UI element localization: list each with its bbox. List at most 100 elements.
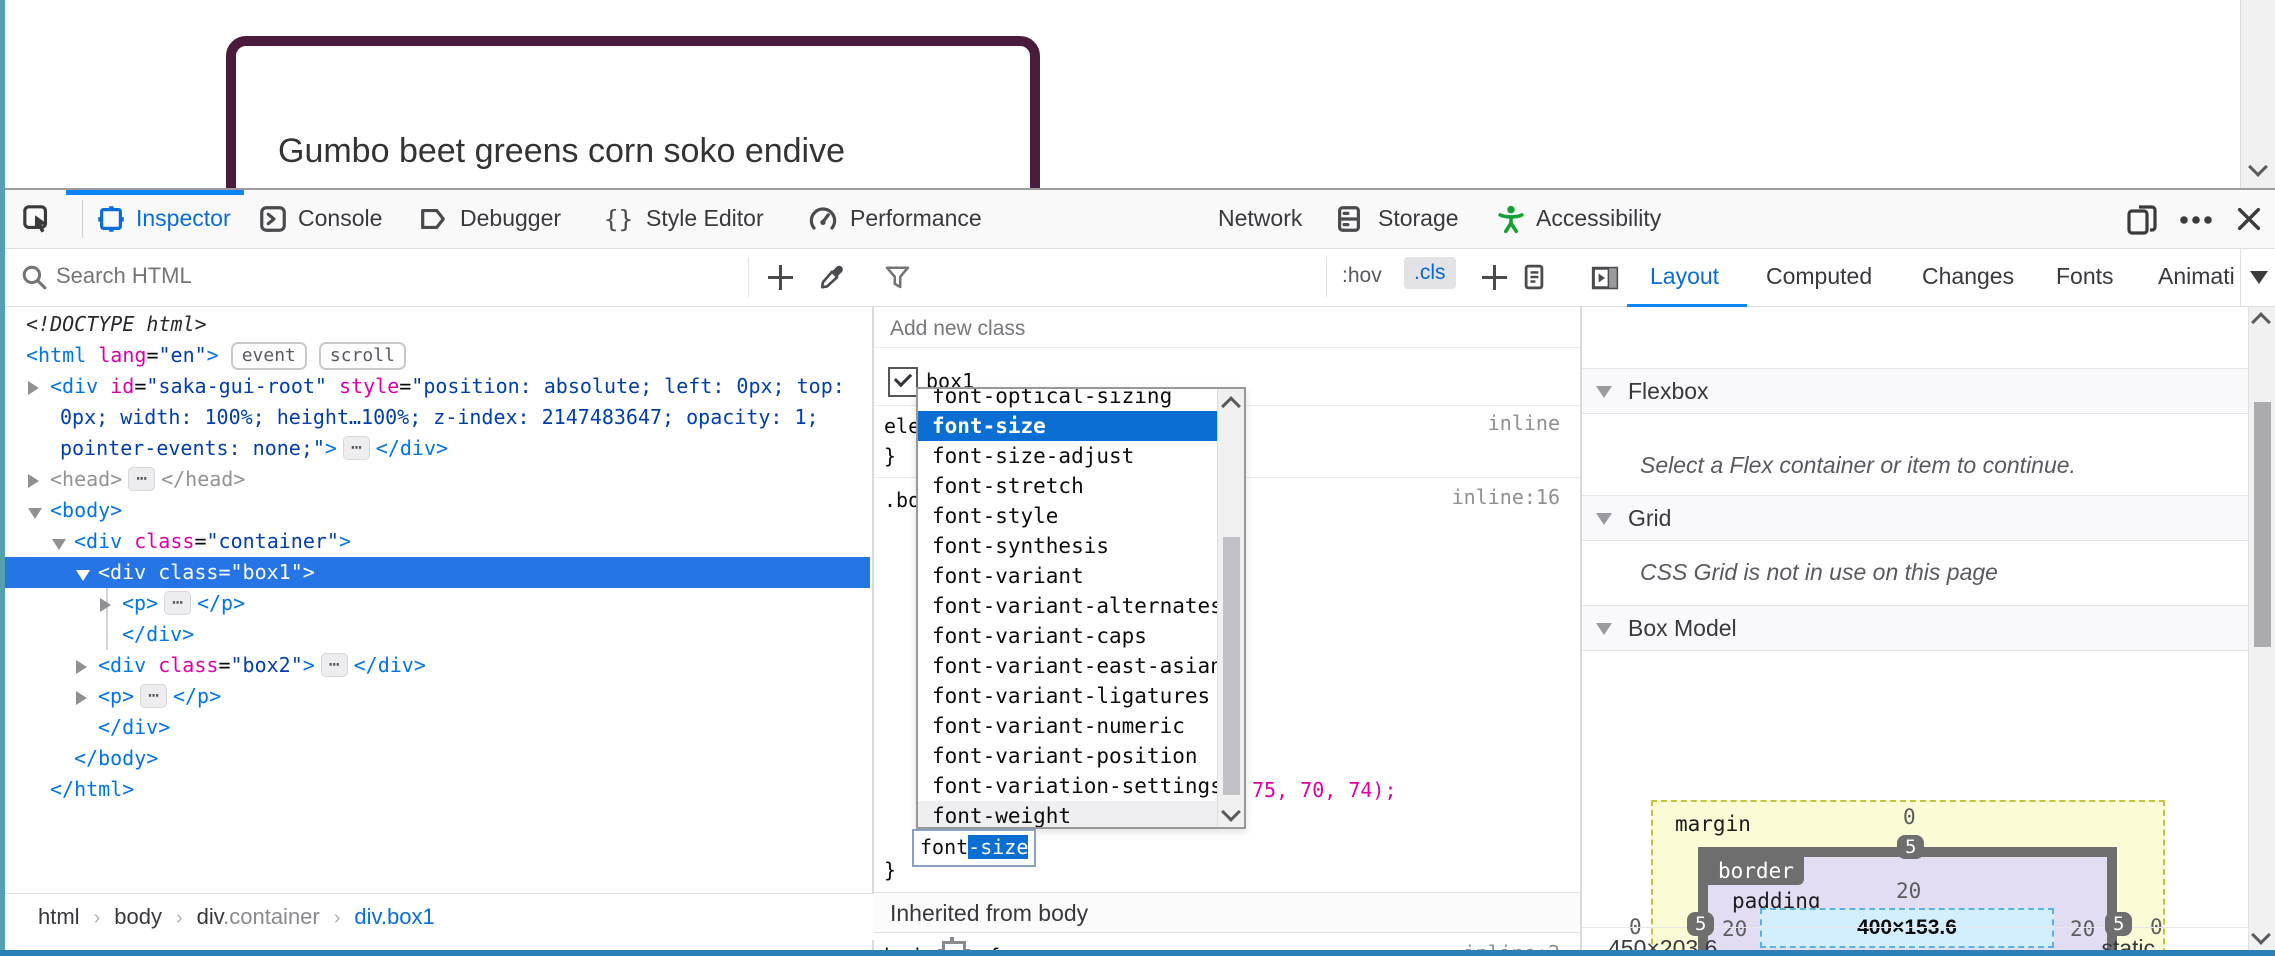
markup-row[interactable]: </html> (0, 774, 870, 805)
event-badge[interactable]: event (231, 342, 307, 370)
box-model-content[interactable]: 400×153.6 (1760, 908, 2054, 948)
autocomplete-item[interactable]: font-variant-ligatures (918, 681, 1218, 711)
breadcrumb-item[interactable]: html (38, 904, 80, 929)
tab-computed[interactable]: Computed (1766, 263, 1872, 290)
scroll-up-icon[interactable] (1221, 396, 1241, 416)
class-panel-button[interactable]: .cls (1404, 257, 1456, 289)
markup-row[interactable]: </div> (0, 712, 870, 743)
margin-top-value[interactable]: 0 (1903, 805, 1916, 829)
grid-section-header[interactable]: Grid (1582, 495, 2249, 541)
ellipsis-badge[interactable]: ⋯ (128, 467, 155, 491)
markup-row[interactable]: 0px; width: 100%; height…100%; z-index: … (0, 402, 870, 433)
all-tabs-chevron-icon[interactable] (2250, 271, 2268, 284)
expand-arrow-icon[interactable] (28, 474, 39, 488)
expand-arrow-icon[interactable] (76, 660, 87, 674)
markup-row[interactable]: <!DOCTYPE html> (0, 309, 870, 340)
breadcrumb[interactable]: html›body›div.container›div.box1 (0, 893, 908, 940)
box-model-section-header[interactable]: Box Model (1582, 605, 2249, 651)
autocomplete-item[interactable]: font-variant-numeric (918, 711, 1218, 741)
tab-storage[interactable]: Storage (1378, 205, 1459, 232)
border-right-value[interactable]: 5 (2105, 912, 2132, 936)
ellipsis-badge[interactable]: ⋯ (164, 591, 191, 615)
performance-icon[interactable] (808, 204, 838, 234)
sidebar-toggle-icon[interactable] (1590, 263, 1620, 293)
ellipsis-badge[interactable]: ⋯ (343, 436, 370, 460)
print-media-icon[interactable] (1520, 263, 1550, 293)
tab-fonts[interactable]: Fonts (2056, 263, 2114, 290)
rule-location[interactable]: inline:16 (1452, 485, 1560, 509)
flexbox-section-header[interactable]: Flexbox (1582, 368, 2249, 414)
autocomplete-item[interactable]: font-size (918, 411, 1218, 441)
sidebar-scrollbar[interactable] (2248, 307, 2275, 952)
autocomplete-item[interactable]: font-variant-alternates (918, 591, 1218, 621)
markup-row[interactable]: pointer-events: none;">⋯</div> (0, 433, 870, 464)
markup-row[interactable]: <html lang="en">eventscroll (0, 340, 870, 371)
tab-debugger[interactable]: Debugger (460, 205, 561, 232)
tab-inspector[interactable]: Inspector (136, 205, 231, 232)
padding-top-value[interactable]: 20 (1896, 879, 1921, 903)
markup-row[interactable]: <div class="box1"> (0, 557, 870, 588)
tab-network[interactable]: Network (1218, 205, 1302, 232)
autocomplete-item[interactable]: font-variation-settings (918, 771, 1218, 801)
collapse-arrow-icon[interactable] (52, 539, 66, 550)
autocomplete-item[interactable]: font-variant-position (918, 741, 1218, 771)
autocomplete-item[interactable]: font-size-adjust (918, 441, 1218, 471)
border-top-value[interactable]: 5 (1897, 835, 1924, 859)
autocomplete-item[interactable]: font-variant-east-asian (918, 651, 1218, 681)
tab-performance[interactable]: Performance (850, 205, 982, 232)
autocomplete-scrollbar[interactable] (1217, 389, 1244, 827)
border-left-value[interactable]: 5 (1687, 912, 1714, 936)
scrollbar-thumb[interactable] (1223, 537, 1240, 795)
scrollbar-thumb[interactable] (2254, 402, 2271, 647)
ellipsis-badge[interactable]: ⋯ (321, 653, 348, 677)
collapse-arrow-icon[interactable] (28, 508, 42, 519)
event-badge[interactable]: scroll (319, 342, 406, 370)
scroll-down-icon[interactable] (2251, 925, 2271, 945)
search-input[interactable]: Search HTML (56, 263, 192, 289)
add-rule-button[interactable] (1482, 265, 1508, 291)
autocomplete-item[interactable]: font-variant-caps (918, 621, 1218, 651)
class-checkbox[interactable] (888, 367, 918, 397)
markup-row[interactable]: <head>⋯</head> (0, 464, 870, 495)
autocomplete-item[interactable]: font-weight (918, 801, 1218, 829)
new-property-input[interactable]: font-size (912, 829, 1036, 867)
markup-row[interactable]: <div id="saka-gui-root" style="position:… (0, 371, 870, 402)
autocomplete-item[interactable]: font-synthesis (918, 531, 1218, 561)
console-icon[interactable] (258, 204, 288, 234)
pseudo-class-button[interactable]: :hov (1342, 264, 1382, 288)
storage-icon[interactable] (1334, 204, 1364, 234)
markup-row[interactable]: </div> (0, 619, 870, 650)
rule-location[interactable]: inline (1488, 411, 1560, 435)
scroll-down-icon[interactable] (1221, 802, 1241, 822)
property-value-fragment[interactable]: 75, 70, 74); (1252, 775, 1397, 805)
breadcrumb-item[interactable]: div.box1 (354, 904, 434, 929)
tab-accessibility[interactable]: Accessibility (1536, 205, 1661, 232)
tab-layout[interactable]: Layout (1650, 263, 1719, 290)
markup-row[interactable]: <body> (0, 495, 870, 526)
close-icon[interactable] (2234, 204, 2264, 234)
breadcrumb-item[interactable]: body (114, 904, 162, 929)
tab-changes[interactable]: Changes (1922, 263, 2014, 290)
expand-arrow-icon[interactable] (100, 598, 111, 612)
tab-console[interactable]: Console (298, 205, 382, 232)
style-editor-icon[interactable]: {} (602, 204, 632, 234)
markup-row[interactable]: <p>⋯</p> (0, 588, 870, 619)
breadcrumb-item[interactable]: div.container (197, 904, 320, 929)
pick-element-icon[interactable] (22, 204, 52, 234)
collapse-arrow-icon[interactable] (76, 570, 90, 581)
box-model-padding[interactable]: border padding 20 20 20 20 400×153.6 (1708, 857, 2107, 956)
responsive-mode-icon[interactable] (2126, 204, 2156, 234)
markup-row[interactable]: <div class="container"> (0, 526, 870, 557)
tab-style-editor[interactable]: Style Editor (646, 205, 764, 232)
add-node-button[interactable] (768, 265, 794, 291)
padding-left-value[interactable]: 20 (1722, 917, 1747, 941)
debugger-icon[interactable] (418, 204, 448, 234)
expand-arrow-icon[interactable] (76, 691, 87, 705)
ellipsis-badge[interactable]: ⋯ (140, 684, 167, 708)
autocomplete-item[interactable]: font-stretch (918, 471, 1218, 501)
autocomplete-item[interactable]: font-optical-sizing (918, 387, 1218, 411)
markup-row[interactable]: </body> (0, 743, 870, 774)
autocomplete-item[interactable]: font-style (918, 501, 1218, 531)
page-scrollbar[interactable] (2240, 0, 2275, 188)
meatball-menu-icon[interactable] (2178, 214, 2208, 244)
